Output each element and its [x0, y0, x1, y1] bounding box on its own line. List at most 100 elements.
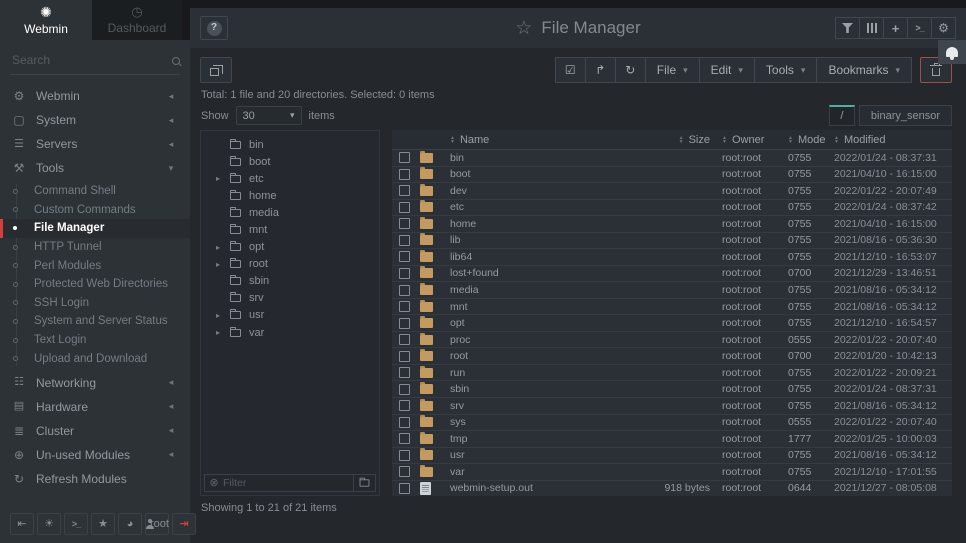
- table-row-dev[interactable]: devroot:root07552022/01/22 - 20:07:49: [392, 183, 952, 200]
- table-row-lib64[interactable]: lib64root:root07552021/12/10 - 16:53:07: [392, 249, 952, 266]
- table-row-mnt[interactable]: mntroot:root07552021/08/16 - 05:34:12: [392, 299, 952, 316]
- sidebar-item-un-used-modules[interactable]: Un-used Modules: [0, 443, 190, 467]
- share-button[interactable]: [585, 57, 616, 83]
- column-header-name[interactable]: ▲▼Name: [450, 134, 632, 146]
- terminal-button[interactable]: [907, 17, 932, 39]
- table-row-sys[interactable]: sysroot:root05552022/01/22 - 20:07:40: [392, 415, 952, 432]
- sidebar-item-custom-commands[interactable]: Custom Commands: [0, 201, 190, 220]
- row-checkbox[interactable]: [399, 351, 410, 362]
- column-header-size[interactable]: ▲▼Size: [632, 134, 722, 146]
- column-header-modified[interactable]: ▲▼Modified: [834, 134, 952, 146]
- sidebar-item-ssh-login[interactable]: SSH Login: [0, 294, 190, 313]
- tree-item-mnt[interactable]: ▸mnt: [201, 221, 379, 238]
- column-header-owner[interactable]: ▲▼Owner: [722, 134, 788, 146]
- user-button[interactable]: root: [145, 513, 169, 535]
- sun-button[interactable]: [37, 513, 61, 535]
- sidebar-item-system-and-server-status[interactable]: System and Server Status: [0, 312, 190, 331]
- gear2-button[interactable]: [931, 17, 956, 39]
- row-checkbox[interactable]: [399, 301, 410, 312]
- filter-input[interactable]: [223, 477, 353, 489]
- tab-webmin[interactable]: Webmin: [0, 0, 92, 40]
- sidebar-item-tools[interactable]: Tools: [0, 156, 190, 180]
- sidebar-item-file-manager[interactable]: File Manager: [0, 219, 190, 238]
- plus-button[interactable]: [883, 17, 908, 39]
- table-row-lib[interactable]: libroot:root07552021/08/16 - 05:36:30: [392, 233, 952, 250]
- row-checkbox[interactable]: [399, 318, 410, 329]
- filter-folder-button[interactable]: [353, 475, 375, 491]
- row-checkbox[interactable]: [399, 202, 410, 213]
- tree-expand-icon[interactable]: ▸: [216, 243, 222, 252]
- row-checkbox[interactable]: [399, 235, 410, 246]
- tree-expand-icon[interactable]: ▸: [216, 260, 222, 269]
- table-row-srv[interactable]: srvroot:root07552021/08/16 - 05:34:12: [392, 398, 952, 415]
- refresh2-button[interactable]: [615, 57, 646, 83]
- sidebar-item-command-shell[interactable]: Command Shell: [0, 182, 190, 201]
- sidebar-item-protected-web-directories[interactable]: Protected Web Directories: [0, 275, 190, 294]
- row-checkbox[interactable]: [399, 185, 410, 196]
- page-size-select[interactable]: 30: [236, 106, 302, 125]
- paste-buffer-button[interactable]: [200, 57, 232, 83]
- tree-item-boot[interactable]: ▸boot: [201, 153, 379, 170]
- row-checkbox[interactable]: [399, 334, 410, 345]
- breadcrumb-segment[interactable]: binary_sensor: [859, 105, 952, 126]
- table-row-run[interactable]: runroot:root07552022/01/22 - 20:09:21: [392, 365, 952, 382]
- row-checkbox[interactable]: [399, 285, 410, 296]
- row-checkbox[interactable]: [399, 483, 410, 494]
- sidebar-item-upload-and-download[interactable]: Upload and Download: [0, 349, 190, 368]
- tree-item-root[interactable]: ▸root: [201, 256, 379, 273]
- tree-item-media[interactable]: ▸media: [201, 204, 379, 221]
- tree-expand-icon[interactable]: ▸: [216, 328, 222, 337]
- row-checkbox[interactable]: [399, 384, 410, 395]
- table-row-tmp[interactable]: tmproot:root17772022/01/25 - 10:00:03: [392, 431, 952, 448]
- sidebar-item-http-tunnel[interactable]: HTTP Tunnel: [0, 238, 190, 257]
- funnel-button[interactable]: [835, 17, 860, 39]
- tree-item-srv[interactable]: ▸srv: [201, 290, 379, 307]
- sidebar-item-hardware[interactable]: Hardware: [0, 395, 190, 419]
- row-checkbox[interactable]: [399, 450, 410, 461]
- breadcrumb-root[interactable]: /: [829, 105, 855, 126]
- menu-tools[interactable]: Tools: [754, 57, 818, 83]
- tree-item-usr[interactable]: ▸usr: [201, 307, 379, 324]
- logout-button[interactable]: [172, 513, 196, 535]
- row-checkbox[interactable]: [399, 417, 410, 428]
- table-row-var[interactable]: varroot:root07552021/12/10 - 17:01:55: [392, 464, 952, 481]
- favorite-star-icon[interactable]: [515, 19, 532, 38]
- row-checkbox[interactable]: [399, 400, 410, 411]
- sidebar-item-perl-modules[interactable]: Perl Modules: [0, 256, 190, 275]
- sidebar-item-system[interactable]: System: [0, 108, 190, 132]
- table-row-lost-found[interactable]: lost+foundroot:root07002021/12/29 - 13:4…: [392, 266, 952, 283]
- tree-item-etc[interactable]: ▸etc: [201, 170, 379, 187]
- sidebar-item-cluster[interactable]: Cluster: [0, 419, 190, 443]
- row-checkbox[interactable]: [399, 268, 410, 279]
- table-row-home[interactable]: homeroot:root07552021/04/10 - 16:15:00: [392, 216, 952, 233]
- menu-bookmarks[interactable]: Bookmarks: [816, 57, 912, 83]
- row-checkbox[interactable]: [399, 152, 410, 163]
- tab-dashboard[interactable]: Dashboard: [92, 0, 182, 40]
- table-row-root[interactable]: rootroot:root07002022/01/20 - 10:42:13: [392, 348, 952, 365]
- row-checkbox[interactable]: [399, 433, 410, 444]
- sidebar-item-refresh-modules[interactable]: Refresh Modules: [0, 467, 190, 491]
- menu-file[interactable]: File: [645, 57, 700, 83]
- table-row-webmin-setup-out[interactable]: webmin-setup.out918 bytesroot:root064420…: [392, 481, 952, 497]
- pie-button[interactable]: [118, 513, 142, 535]
- help-button[interactable]: [200, 16, 228, 40]
- table-row-etc[interactable]: etcroot:root07552022/01/24 - 08:37:42: [392, 200, 952, 217]
- table-row-proc[interactable]: procroot:root05552022/01/22 - 20:07:40: [392, 332, 952, 349]
- table-row-boot[interactable]: bootroot:root07552021/04/10 - 16:15:00: [392, 167, 952, 184]
- bars-button[interactable]: [859, 17, 884, 39]
- menu-edit[interactable]: Edit: [699, 57, 755, 83]
- column-header-mode[interactable]: ▲▼Mode: [788, 134, 834, 146]
- table-row-opt[interactable]: optroot:root07552021/12/10 - 16:54:57: [392, 315, 952, 332]
- sidebar-item-networking[interactable]: Networking: [0, 371, 190, 395]
- check-square-button[interactable]: [555, 57, 586, 83]
- table-row-usr[interactable]: usrroot:root07552021/08/16 - 05:34:12: [392, 448, 952, 465]
- tree-item-opt[interactable]: ▸opt: [201, 239, 379, 256]
- table-row-media[interactable]: mediaroot:root07552021/08/16 - 05:34:12: [392, 282, 952, 299]
- sidebar-item-webmin[interactable]: Webmin: [0, 84, 190, 108]
- table-row-sbin[interactable]: sbinroot:root07552022/01/24 - 08:37:31: [392, 381, 952, 398]
- terminal-button[interactable]: [64, 513, 88, 535]
- row-checkbox[interactable]: [399, 218, 410, 229]
- collapse-button[interactable]: [10, 513, 34, 535]
- tree-expand-icon[interactable]: ▸: [216, 311, 222, 320]
- table-row-bin[interactable]: binroot:root07552022/01/24 - 08:37:31: [392, 150, 952, 167]
